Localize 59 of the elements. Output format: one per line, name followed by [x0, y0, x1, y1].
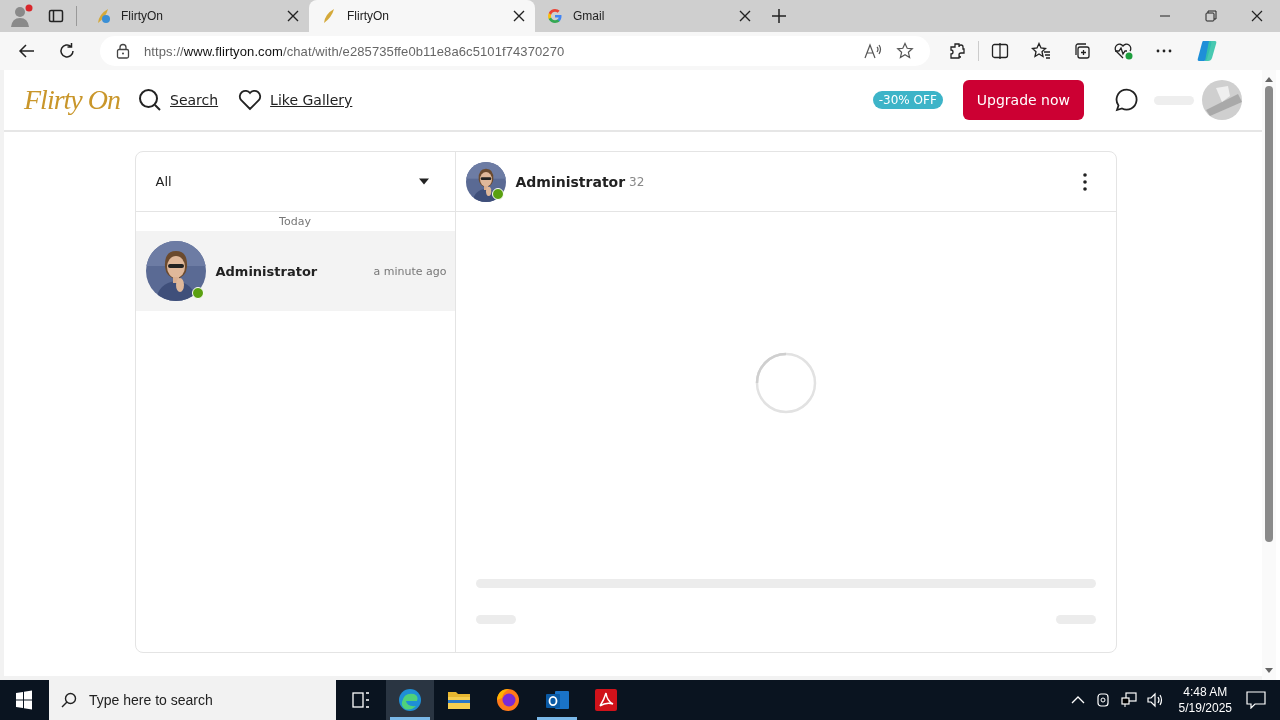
tab-actions-icon[interactable] [48, 8, 64, 24]
nav-link[interactable]: Like Gallery [270, 92, 353, 108]
close-icon[interactable] [287, 10, 299, 22]
more-options-icon[interactable] [1081, 171, 1088, 192]
network-icon[interactable] [1120, 692, 1137, 708]
extensions-icon[interactable] [948, 42, 966, 60]
new-tab-icon[interactable] [771, 8, 787, 24]
message-time: a minute ago [373, 264, 447, 278]
url-text: https://www.flirtyon.com/chat/with/e285735ffe0b11e8a6c5101f74370270 [144, 43, 565, 59]
close-icon[interactable] [739, 10, 751, 22]
scroll-up-icon[interactable] [1265, 76, 1273, 82]
heart-icon[interactable] [238, 89, 263, 111]
split-screen-icon[interactable] [991, 42, 1009, 60]
tab-title: Gmail [573, 9, 606, 23]
favorite-star-icon[interactable] [896, 42, 914, 60]
collections-icon[interactable] [1073, 42, 1091, 60]
filter-dropdown[interactable]: All [135, 152, 455, 212]
caret-icon [418, 178, 429, 185]
tab-title: FlirtyOn [121, 9, 164, 23]
address-bar[interactable]: https://www.flirtyon.com/chat/with/e285735ffe0b11e8a6c5101f74370270 [100, 36, 930, 66]
contact-name: Administrator [215, 263, 318, 279]
upgrade-button[interactable]: Upgrade now [962, 80, 1084, 120]
conversation-item[interactable]: Administrator a minute ago [135, 231, 455, 311]
contact-age: 32 [629, 174, 645, 189]
refresh-icon[interactable] [58, 42, 76, 60]
profile-icon[interactable] [10, 4, 34, 28]
scroll-down-icon[interactable] [1265, 668, 1273, 674]
close-icon[interactable] [1251, 10, 1263, 22]
restore-icon[interactable] [1205, 10, 1217, 22]
tab-title: FlirtyOn [347, 9, 390, 23]
clock-date[interactable]: 5/19/2025 [1178, 700, 1232, 716]
lock-icon [116, 43, 130, 59]
search-icon [61, 692, 77, 708]
google-icon [547, 8, 563, 24]
close-icon[interactable] [513, 10, 525, 22]
chevron-up-icon[interactable] [1070, 695, 1085, 705]
loading-spinner [754, 352, 817, 414]
volume-icon[interactable] [1146, 692, 1165, 708]
clock-time[interactable]: 4:48 AM [1183, 684, 1228, 700]
date-label: Today [278, 214, 312, 230]
taskbar-search-field[interactable]: Type here to search [49, 680, 336, 720]
browser-tab[interactable]: Gmail [535, 0, 761, 32]
search-icon[interactable] [138, 88, 162, 112]
discount-badge: -30% OFF [872, 91, 943, 109]
favorites-icon[interactable] [1031, 42, 1051, 60]
back-icon[interactable] [18, 42, 36, 60]
read-aloud-icon[interactable] [864, 43, 882, 59]
browser-tab[interactable]: FlirtyOn [83, 0, 309, 32]
heart-pulse-icon[interactable] [1113, 42, 1133, 60]
edge-icon[interactable] [386, 680, 434, 720]
browser-tab[interactable]: FlirtyOn [309, 0, 535, 32]
contact-name: Administrator [515, 173, 626, 190]
device-icon[interactable] [1094, 692, 1111, 708]
nav-link[interactable]: Search [170, 92, 219, 108]
scrollbar[interactable] [1262, 70, 1276, 680]
feather-icon [95, 8, 111, 24]
feather-icon [321, 8, 337, 24]
copilot-icon[interactable] [1195, 39, 1219, 63]
notification-icon[interactable] [1246, 691, 1266, 709]
